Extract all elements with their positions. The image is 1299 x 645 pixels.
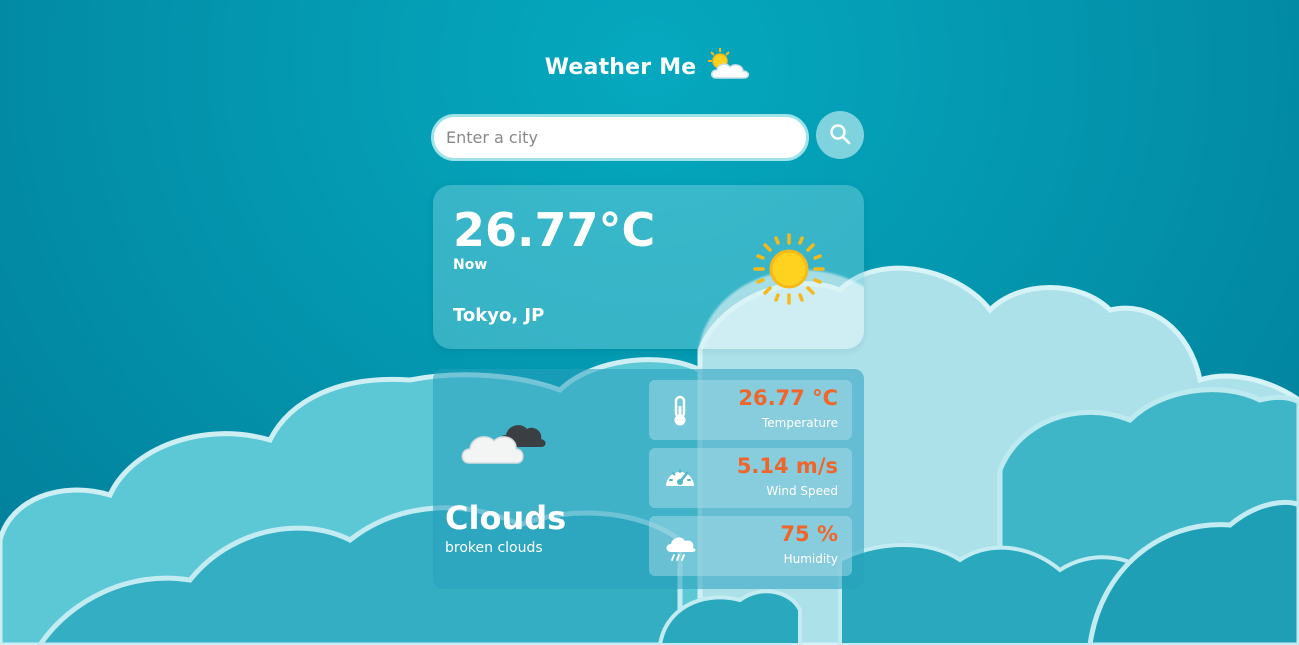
location-label: Tokyo, JP bbox=[453, 305, 545, 326]
sun-icon bbox=[751, 231, 827, 311]
current-weather-card: 26.77°C Now Tokyo, JP bbox=[433, 185, 864, 349]
wind-speed-value: 5.14 m/s bbox=[736, 454, 838, 478]
humidity-value: 75 % bbox=[780, 522, 838, 546]
wind-speed-label: Wind Speed bbox=[766, 484, 838, 498]
search-button[interactable] bbox=[816, 111, 864, 159]
humidity-stat: 75 % Humidity bbox=[649, 516, 852, 576]
app-title-text: Weather Me bbox=[544, 55, 697, 80]
humidity-label: Humidity bbox=[783, 552, 838, 566]
current-temperature: 26.77°C bbox=[453, 203, 656, 257]
rain-cloud-icon bbox=[663, 530, 697, 568]
thermometer-icon bbox=[663, 394, 697, 432]
condition-description: broken clouds bbox=[445, 540, 543, 556]
speedometer-icon bbox=[663, 462, 697, 500]
search-icon bbox=[829, 123, 851, 148]
broken-clouds-icon bbox=[461, 407, 551, 471]
time-label: Now bbox=[453, 257, 488, 273]
sun-behind-cloud-icon bbox=[706, 46, 754, 88]
temperature-stat: 26.77 °C Temperature bbox=[649, 380, 852, 440]
city-search-input[interactable] bbox=[431, 114, 809, 161]
app-title: Weather Me bbox=[0, 46, 1299, 88]
temperature-label: Temperature bbox=[761, 416, 838, 430]
temperature-value: 26.77 °C bbox=[738, 386, 838, 410]
condition-title: Clouds bbox=[445, 499, 567, 537]
weather-details-card: Clouds broken clouds 26.77 °C Temperatur… bbox=[433, 369, 864, 589]
wind-speed-stat: 5.14 m/s Wind Speed bbox=[649, 448, 852, 508]
